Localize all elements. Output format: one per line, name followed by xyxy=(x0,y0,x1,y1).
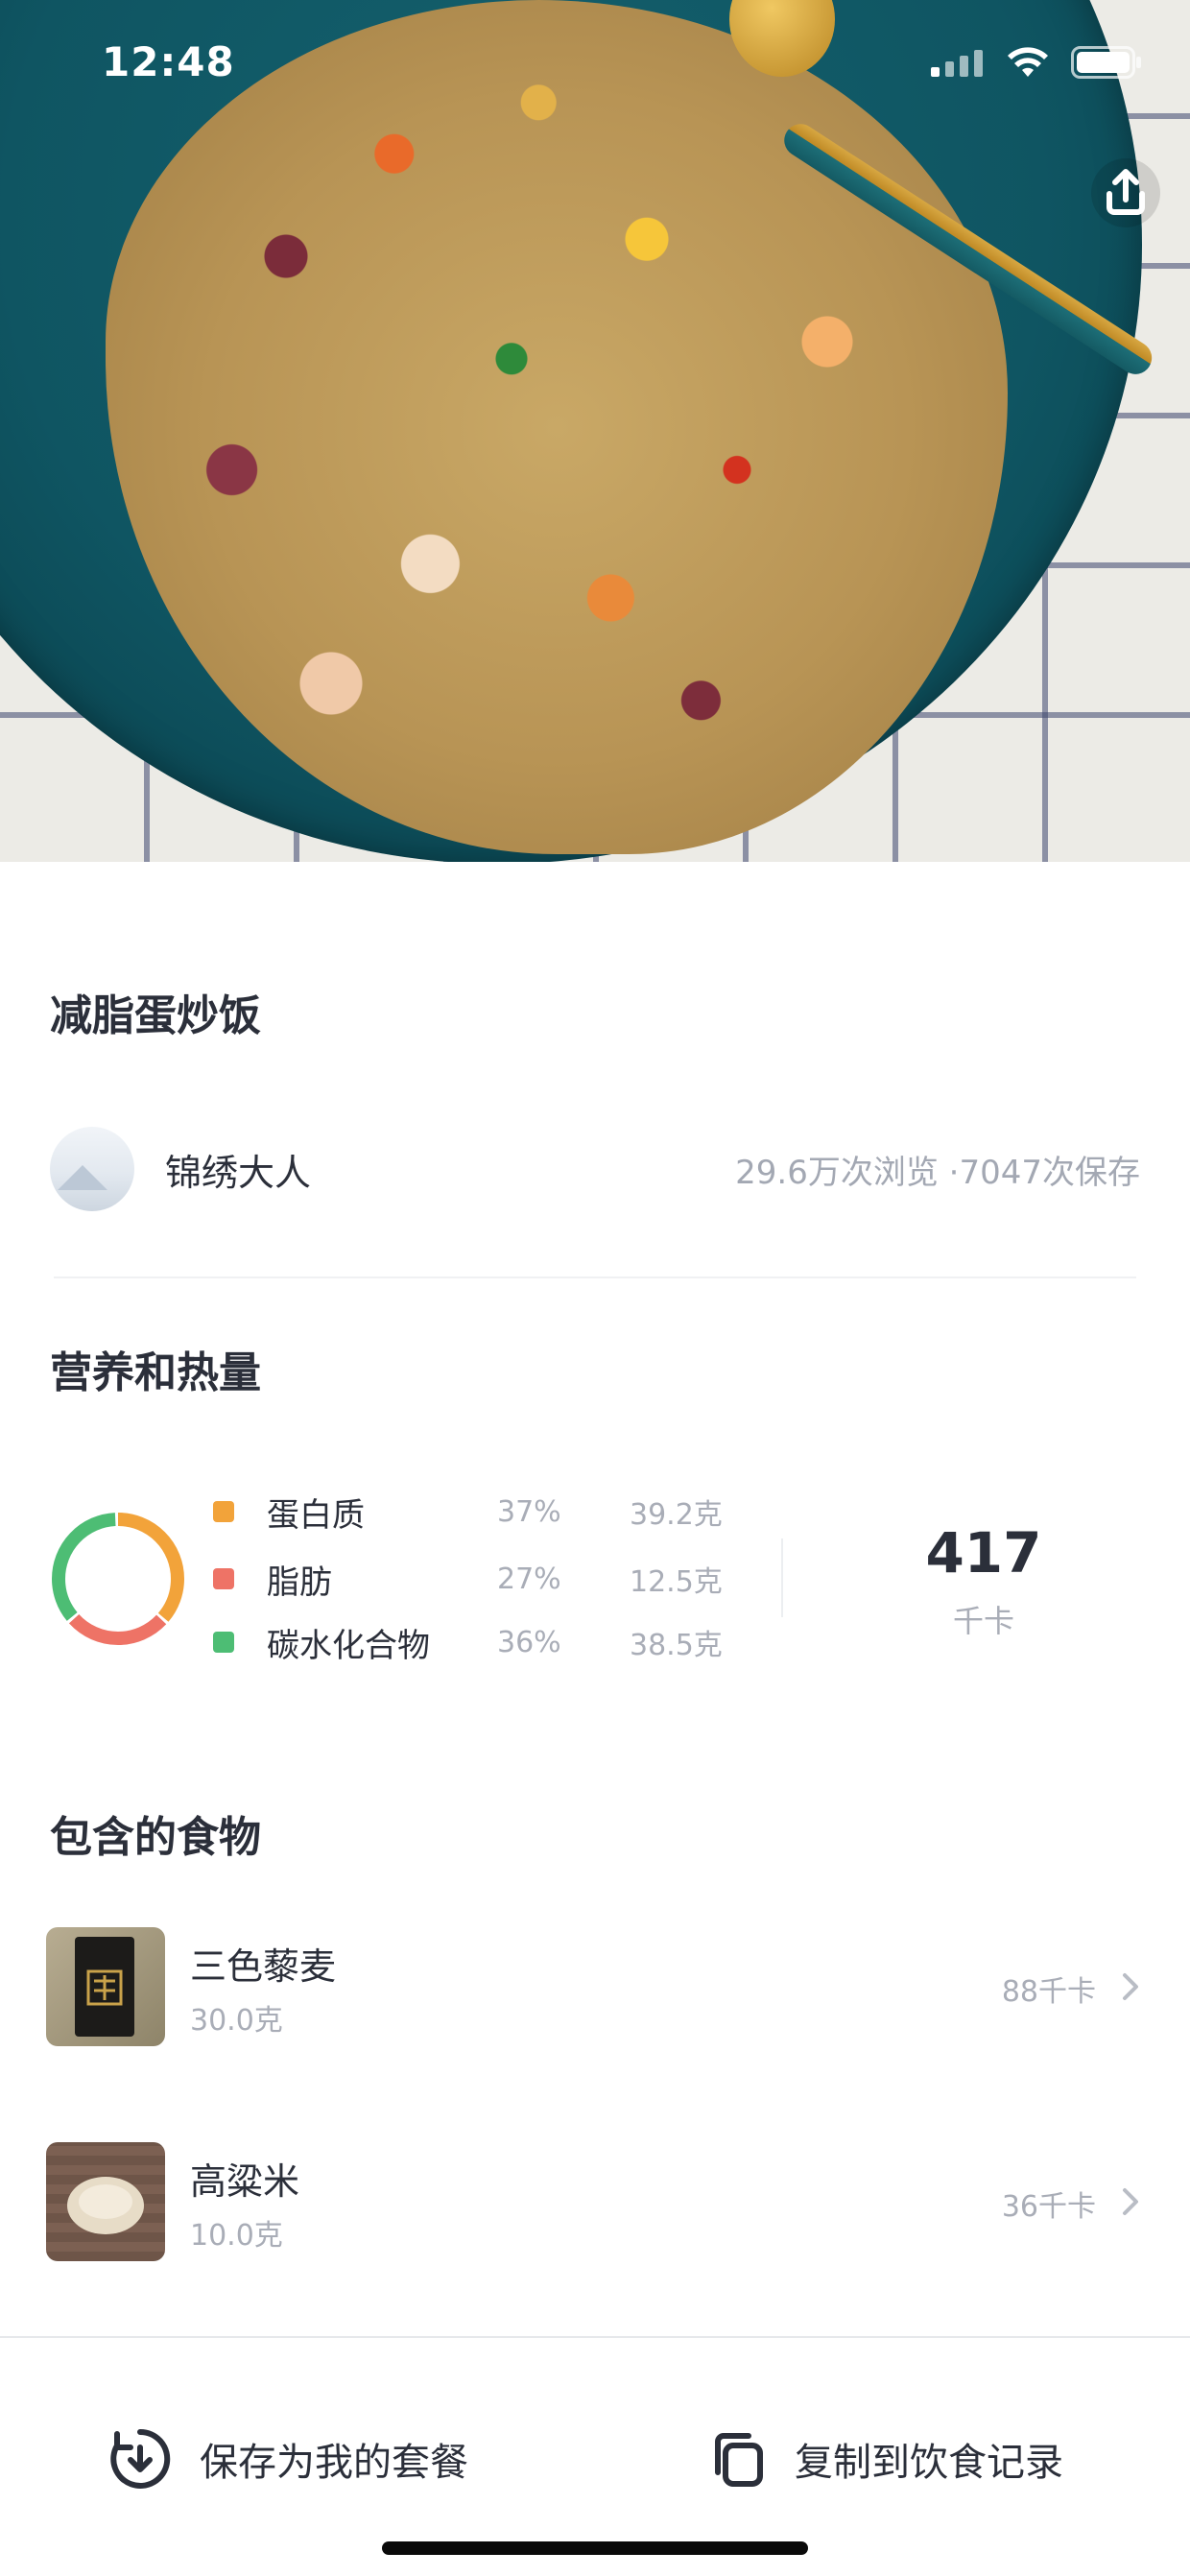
share-icon[interactable] xyxy=(1086,154,1165,232)
legend-amount: 38.5克 xyxy=(630,1629,723,1662)
author-row[interactable]: 锦绣大人 29.6万次浏览 ·7047次保存 xyxy=(50,1125,1140,1213)
food-calories: 88千卡 xyxy=(1001,1975,1096,2009)
home-indicator[interactable] xyxy=(382,2541,808,2555)
legend-amount: 12.5克 xyxy=(630,1565,723,1599)
legend-row-carbs: 碳水化合物 36% 38.5克 xyxy=(213,1618,723,1666)
recipe-photo xyxy=(0,0,1190,862)
legend-percent: 37% xyxy=(497,1494,561,1529)
nutrition-divider xyxy=(781,1538,783,1617)
chevron-right-icon xyxy=(1123,2188,1138,2215)
food-item[interactable]: 高粱米 10.0克 36千卡 xyxy=(46,2142,1144,2265)
recipe-stats: 29.6万次浏览 ·7047次保存 xyxy=(735,1153,1140,1192)
food-weight: 10.0克 xyxy=(190,2219,283,2253)
food-weight: 30.0克 xyxy=(190,2004,283,2038)
macro-donut-chart xyxy=(52,1513,184,1645)
status-time: 12:48 xyxy=(102,38,235,85)
legend-name: 碳水化合物 xyxy=(267,1626,430,1665)
copy-to-diet-log-label: 复制到饮食记录 xyxy=(795,2441,1063,2485)
legend-name: 蛋白质 xyxy=(267,1495,365,1535)
divider xyxy=(54,1276,1136,1278)
calories-value: 417 xyxy=(925,1520,1042,1586)
legend-row-fat: 脂肪 27% 12.5克 xyxy=(213,1555,723,1603)
save-meal-icon xyxy=(110,2428,171,2489)
food-thumbnail xyxy=(46,2142,165,2261)
save-as-meal-button[interactable]: 保存为我的套餐 xyxy=(107,2421,468,2497)
copy-to-diet-log-button[interactable]: 复制到饮食记录 xyxy=(702,2421,1063,2497)
food-name: 三色藜麦 xyxy=(190,1945,337,1988)
food-item[interactable]: 三色藜麦 30.0克 88千卡 xyxy=(46,1927,1144,2050)
calories-unit: 千卡 xyxy=(952,1603,1014,1639)
legend-amount: 39.2克 xyxy=(630,1498,723,1532)
legend-name: 脂肪 xyxy=(267,1562,332,1602)
wifi-icon xyxy=(1008,47,1048,77)
legend-percent: 36% xyxy=(497,1625,561,1659)
legend-row-protein: 蛋白质 37% 39.2克 xyxy=(213,1488,723,1536)
legend-percent: 27% xyxy=(497,1562,561,1596)
status-indicators xyxy=(931,46,1142,79)
bottom-action-bar: 保存为我的套餐 复制到饮食记录 xyxy=(0,2336,1190,2576)
food-calories: 36千卡 xyxy=(1001,2190,1096,2224)
grain-pile-icon xyxy=(67,2177,144,2234)
recipe-title: 减脂蛋炒饭 xyxy=(50,991,261,1040)
carbs-color-dot xyxy=(213,1632,234,1653)
author-name[interactable]: 锦绣大人 xyxy=(165,1143,311,1196)
protein-color-dot xyxy=(213,1501,234,1522)
chevron-right-icon xyxy=(1123,1973,1138,2000)
food-thumbnail xyxy=(46,1927,165,2046)
copy-icon xyxy=(715,2433,763,2487)
fat-color-dot xyxy=(213,1568,234,1589)
food-name: 高粱米 xyxy=(190,2160,300,2203)
package-icon xyxy=(75,1937,134,2037)
signal-icon xyxy=(931,50,983,77)
avatar[interactable] xyxy=(50,1127,134,1211)
battery-icon xyxy=(1071,46,1141,79)
save-as-meal-label: 保存为我的套餐 xyxy=(200,2441,468,2485)
nutrition-title: 营养和热量 xyxy=(50,1348,261,1397)
foods-title: 包含的食物 xyxy=(50,1813,261,1862)
